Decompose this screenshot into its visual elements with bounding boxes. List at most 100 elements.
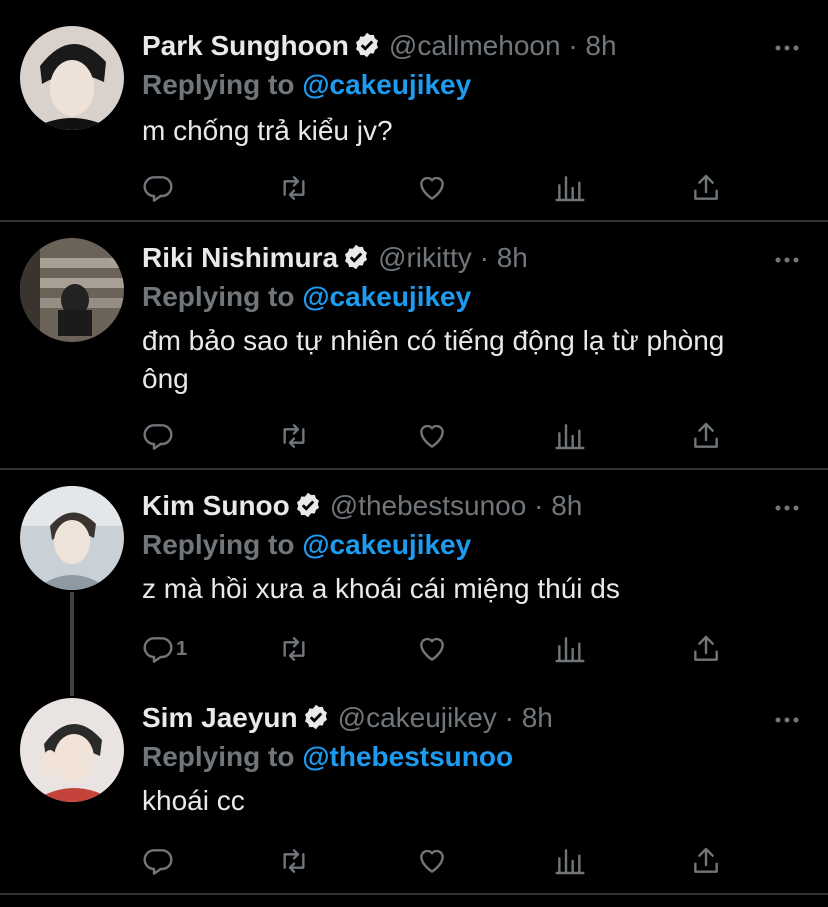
reply-button[interactable]	[142, 168, 176, 208]
handle[interactable]: @rikitty	[378, 242, 472, 273]
tweet-2[interactable]: Riki Nishimura @rikitty · 8h Replying to …	[0, 238, 828, 466]
timestamp[interactable]: 8h	[497, 242, 528, 273]
separator-dot: ·	[568, 30, 578, 61]
share-button[interactable]	[690, 841, 722, 881]
avatar[interactable]	[20, 26, 124, 130]
like-button[interactable]	[416, 629, 448, 669]
analytics-icon	[555, 176, 585, 202]
tweet-actions	[142, 841, 742, 881]
replying-to: Replying to @thebestsunoo	[142, 738, 513, 776]
reply-count: 1	[176, 637, 188, 660]
tweet-actions	[142, 416, 742, 456]
avatar[interactable]	[20, 238, 124, 342]
avatar[interactable]	[20, 698, 124, 802]
tweet-text: m chống trả kiểu jv?	[142, 115, 393, 146]
handle[interactable]: @cakeujikey	[338, 702, 497, 733]
analytics-icon	[555, 424, 585, 450]
avatar[interactable]	[20, 486, 124, 590]
share-icon	[694, 847, 718, 873]
analytics-button[interactable]	[554, 629, 586, 669]
more-options-icon[interactable]	[774, 716, 800, 724]
analytics-icon	[555, 637, 585, 663]
handle[interactable]: @callmehoon	[389, 30, 561, 61]
tweet-text: khoái cc	[142, 785, 245, 816]
timestamp[interactable]: 8h	[551, 490, 582, 521]
like-icon	[420, 176, 444, 200]
reply-icon	[143, 637, 173, 663]
separator-dot: ·	[534, 490, 544, 521]
reply-icon	[143, 424, 173, 450]
like-icon	[420, 849, 444, 873]
like-button[interactable]	[416, 168, 448, 208]
reply-button[interactable]	[142, 416, 176, 456]
verified-badge-icon	[342, 242, 370, 282]
mention-link[interactable]: @thebestsunoo	[302, 741, 513, 772]
tweet-actions	[142, 168, 742, 208]
tweet-text: đm bảo sao tự nhiên có tiếng động lạ từ …	[142, 325, 725, 394]
like-button[interactable]	[416, 416, 448, 456]
like-icon	[420, 637, 444, 661]
replying-to: Replying to @cakeujikey	[142, 526, 471, 564]
tweet-header: Sim Jaeyun @cakeujikey · 8h	[142, 698, 553, 738]
share-button[interactable]	[690, 629, 722, 669]
mention-link[interactable]: @cakeujikey	[302, 69, 471, 100]
separator-dot: ·	[504, 702, 514, 733]
analytics-button[interactable]	[554, 416, 586, 456]
display-name[interactable]: Sim Jaeyun	[142, 702, 298, 733]
retweet-button[interactable]	[278, 629, 310, 669]
verified-badge-icon	[294, 490, 322, 530]
retweet-button[interactable]	[278, 841, 310, 881]
more-options-icon[interactable]	[774, 256, 800, 264]
retweet-icon	[283, 849, 305, 873]
replying-to-label: Replying to	[142, 529, 295, 560]
replying-to: Replying to @cakeujikey	[142, 66, 471, 104]
divider	[0, 893, 828, 895]
more-options-icon[interactable]	[774, 44, 800, 52]
reply-button[interactable]	[142, 841, 176, 881]
reply-button[interactable]: 1	[142, 629, 187, 669]
replying-to-label: Replying to	[142, 69, 295, 100]
tweet-1[interactable]: Park Sunghoon @callmehoon · 8h Replying t…	[0, 26, 828, 220]
analytics-button[interactable]	[554, 168, 586, 208]
more-options-icon[interactable]	[774, 504, 800, 512]
tweet-3[interactable]: Kim Sunoo @thebestsunoo · 8h Replying to …	[0, 486, 828, 686]
retweet-icon	[283, 424, 305, 448]
share-button[interactable]	[690, 416, 722, 456]
tweet-header: Riki Nishimura @rikitty · 8h	[142, 238, 528, 278]
tweet-text: z mà hồi xưa a khoái cái miệng thúi ds	[142, 573, 620, 604]
divider	[0, 468, 828, 470]
replying-to-label: Replying to	[142, 741, 295, 772]
timestamp[interactable]: 8h	[522, 702, 553, 733]
analytics-icon	[555, 849, 585, 875]
verified-badge-icon	[353, 30, 381, 70]
display-name[interactable]: Park Sunghoon	[142, 30, 349, 61]
retweet-button[interactable]	[278, 168, 310, 208]
retweet-icon	[283, 637, 305, 661]
display-name[interactable]: Kim Sunoo	[142, 490, 290, 521]
replying-to-label: Replying to	[142, 281, 295, 312]
timestamp[interactable]: 8h	[585, 30, 616, 61]
retweet-button[interactable]	[278, 416, 310, 456]
mention-link[interactable]: @cakeujikey	[302, 529, 471, 560]
tweet-actions: 1	[142, 629, 742, 669]
retweet-icon	[283, 176, 305, 200]
tweet-4[interactable]: Sim Jaeyun @cakeujikey · 8h Replying to @…	[0, 698, 828, 892]
reply-icon	[143, 849, 173, 875]
reply-icon	[143, 176, 173, 202]
replying-to: Replying to @cakeujikey	[142, 278, 471, 316]
share-icon	[694, 422, 718, 448]
display-name[interactable]: Riki Nishimura	[142, 242, 338, 273]
handle[interactable]: @thebestsunoo	[330, 490, 527, 521]
separator-dot: ·	[479, 242, 489, 273]
mention-link[interactable]: @cakeujikey	[302, 281, 471, 312]
analytics-button[interactable]	[554, 841, 586, 881]
like-icon	[420, 424, 444, 448]
verified-badge-icon	[302, 702, 330, 742]
divider	[0, 220, 828, 222]
tweet-header: Kim Sunoo @thebestsunoo · 8h	[142, 486, 582, 526]
share-button[interactable]	[690, 168, 722, 208]
share-icon	[694, 174, 718, 200]
tweet-header: Park Sunghoon @callmehoon · 8h	[142, 26, 617, 66]
share-icon	[694, 635, 718, 661]
like-button[interactable]	[416, 841, 448, 881]
